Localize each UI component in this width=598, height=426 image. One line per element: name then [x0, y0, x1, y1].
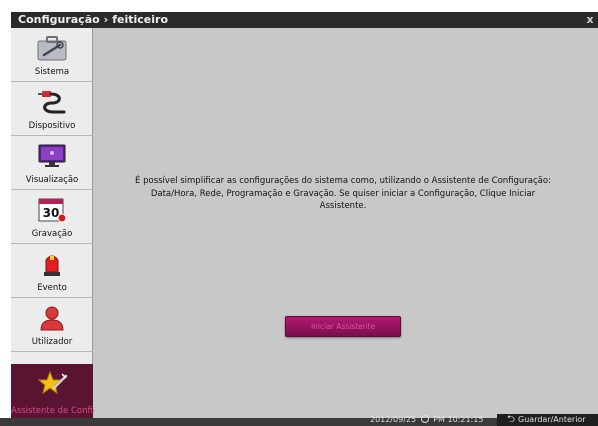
- clock-icon: [420, 415, 429, 423]
- sidebar-item-assistente[interactable]: Assistente de Configuração: [11, 364, 128, 418]
- sidebar-item-gravacao[interactable]: 30 Gravação: [11, 190, 93, 244]
- sidebar-item-utilizador[interactable]: Utilizador: [11, 298, 93, 352]
- start-wizard-button[interactable]: Iniciar Assistente: [285, 316, 401, 337]
- sidebar-item-label: Evento: [37, 283, 67, 293]
- title-section: Configuração: [18, 13, 100, 26]
- user-icon: [40, 306, 64, 331]
- monitor-icon: [38, 144, 66, 167]
- main-panel: É possível simplificar as configurações …: [94, 28, 598, 418]
- sidebar-item-evento[interactable]: Evento: [11, 244, 93, 298]
- cable-plug-icon: [38, 91, 66, 114]
- sidebar: Sistema Dispositivo Visualização 30 Grav…: [11, 28, 128, 418]
- close-button[interactable]: x: [582, 12, 598, 28]
- sidebar-item-label: Sistema: [34, 67, 70, 77]
- star-wand-icon: [37, 370, 68, 395]
- sidebar-item-label: Visualização: [25, 175, 79, 185]
- alarm-siren-icon: [44, 255, 60, 276]
- calendar-day: 30: [43, 206, 60, 220]
- screen: Configuração › feiticeiro x Sistema Dispos…: [11, 12, 598, 426]
- title-bar: Configuração › feiticeiro x: [11, 12, 598, 28]
- toolbox-icon: [37, 36, 67, 61]
- calendar-icon: 30: [38, 198, 67, 223]
- save-back-label: Guardar/Anterior: [518, 415, 586, 424]
- return-arrow-icon: ⮌: [507, 414, 516, 425]
- sidebar-item-dispositivo[interactable]: Dispositivo: [11, 82, 93, 136]
- time-text: PM 10:21:15: [433, 415, 484, 424]
- wizard-description: É possível simplificar as configurações …: [135, 176, 551, 211]
- title-page: feiticeiro: [112, 13, 168, 26]
- date-text: 2012/09/25: [370, 415, 417, 424]
- date-time-display: 2012/09/25 PM 10:21:15: [370, 414, 483, 426]
- sidebar-item-label: Gravação: [31, 229, 73, 239]
- sidebar-item-label: Utilizador: [31, 337, 73, 347]
- sidebar-item-visualizacao[interactable]: Visualização: [11, 136, 93, 190]
- breadcrumb-separator: ›: [103, 13, 109, 26]
- sidebar-item-sistema[interactable]: Sistema: [11, 28, 93, 82]
- save-back-button[interactable]: ⮌ Guardar/Anterior: [497, 414, 598, 426]
- sidebar-item-label: Assistente de Configuração: [11, 406, 128, 416]
- sidebar-item-label: Dispositivo: [28, 121, 76, 131]
